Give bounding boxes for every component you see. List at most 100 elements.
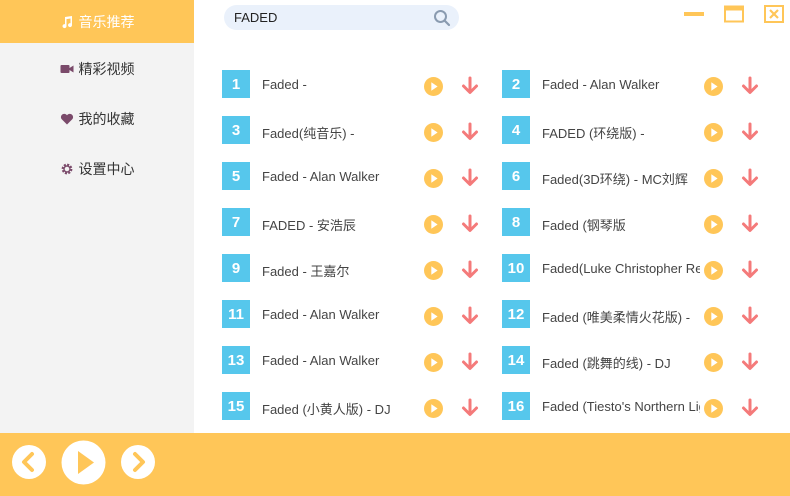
video-camera-icon	[60, 62, 74, 76]
sidebar-item-label: 音乐推荐	[78, 13, 135, 30]
search-input[interactable]	[234, 8, 424, 27]
song-number: 12	[502, 300, 530, 328]
download-arrow-icon[interactable]	[460, 168, 480, 188]
play-circle-icon[interactable]	[424, 77, 443, 96]
song-item[interactable]: 10 Faded(Luke Christopher Remix)	[502, 252, 772, 282]
song-title[interactable]: Faded - 王嘉尔	[262, 261, 420, 280]
song-title[interactable]: Faded(纯音乐) -	[262, 123, 420, 142]
heart-icon	[60, 112, 74, 126]
download-arrow-icon[interactable]	[460, 214, 480, 234]
download-arrow-icon[interactable]	[460, 398, 480, 418]
song-title[interactable]: Faded(3D环绕) - MC刘辉	[542, 169, 700, 188]
song-title[interactable]: Faded - Alan Walker	[262, 307, 420, 322]
play-icon[interactable]	[61, 440, 106, 485]
song-item[interactable]: 16 Faded (Tiesto's Northern Light Remix)	[502, 390, 772, 420]
music-note-icon	[60, 15, 74, 29]
play-circle-icon[interactable]	[704, 169, 723, 188]
player-bar	[0, 433, 790, 496]
song-title[interactable]: Faded - Alan Walker	[262, 353, 420, 368]
play-circle-icon[interactable]	[704, 123, 723, 142]
song-title[interactable]: Faded (小黄人版) - DJ	[262, 399, 420, 418]
song-item[interactable]: 13 Faded - Alan Walker	[222, 344, 492, 374]
song-item[interactable]: 7 FADED - 安浩辰	[222, 206, 492, 236]
play-circle-icon[interactable]	[704, 353, 723, 372]
song-item[interactable]: 5 Faded - Alan Walker	[222, 160, 492, 190]
song-title[interactable]: Faded (Tiesto's Northern Light Remix)	[542, 399, 700, 414]
song-item[interactable]: 11 Faded - Alan Walker	[222, 298, 492, 328]
song-number: 14	[502, 346, 530, 374]
song-title[interactable]: FADED (环绕版) -	[542, 123, 700, 142]
download-arrow-icon[interactable]	[740, 306, 760, 326]
song-number: 13	[222, 346, 250, 374]
song-item[interactable]: 15 Faded (小黄人版) - DJ	[222, 390, 492, 420]
song-item[interactable]: 6 Faded(3D环绕) - MC刘辉	[502, 160, 772, 190]
download-arrow-icon[interactable]	[740, 214, 760, 234]
next-icon[interactable]	[120, 444, 156, 480]
play-circle-icon[interactable]	[704, 307, 723, 326]
play-circle-icon[interactable]	[424, 169, 443, 188]
previous-icon[interactable]	[11, 444, 47, 480]
song-item[interactable]: 9 Faded - 王嘉尔	[222, 252, 492, 282]
song-title[interactable]: Faded (跳舞的线) - DJ	[542, 353, 700, 372]
song-number: 9	[222, 254, 250, 282]
play-circle-icon[interactable]	[424, 399, 443, 418]
song-item[interactable]: 3 Faded(纯音乐) -	[222, 114, 492, 144]
download-arrow-icon[interactable]	[740, 76, 760, 96]
play-circle-icon[interactable]	[424, 353, 443, 372]
song-number: 8	[502, 208, 530, 236]
download-arrow-icon[interactable]	[460, 306, 480, 326]
play-circle-icon[interactable]	[704, 399, 723, 418]
play-circle-icon[interactable]	[704, 215, 723, 234]
download-arrow-icon[interactable]	[460, 76, 480, 96]
play-circle-icon[interactable]	[424, 307, 443, 326]
sidebar: 音乐推荐 精彩视频 我的收藏 设置中心	[0, 0, 194, 433]
close-icon[interactable]	[764, 5, 784, 23]
maximize-icon[interactable]	[724, 5, 744, 23]
download-arrow-icon[interactable]	[460, 352, 480, 372]
sidebar-item-video[interactable]: 精彩视频	[0, 44, 194, 94]
play-circle-icon[interactable]	[424, 123, 443, 142]
song-number: 3	[222, 116, 250, 144]
song-number: 4	[502, 116, 530, 144]
song-number: 1	[222, 70, 250, 98]
song-title[interactable]: Faded - Alan Walker	[262, 169, 420, 184]
song-title[interactable]: Faded (钢琴版	[542, 215, 700, 234]
minimize-icon[interactable]	[684, 5, 704, 23]
gear-icon	[60, 162, 74, 176]
song-title[interactable]: Faded - Alan Walker	[542, 77, 700, 92]
song-number: 10	[502, 254, 530, 282]
play-circle-icon[interactable]	[704, 77, 723, 96]
download-arrow-icon[interactable]	[740, 398, 760, 418]
play-circle-icon[interactable]	[424, 215, 443, 234]
song-item[interactable]: 12 Faded (唯美柔情火花版) -	[502, 298, 772, 328]
song-number: 15	[222, 392, 250, 420]
play-circle-icon[interactable]	[704, 261, 723, 280]
search-icon[interactable]	[433, 9, 451, 27]
download-arrow-icon[interactable]	[740, 122, 760, 142]
download-arrow-icon[interactable]	[460, 122, 480, 142]
download-arrow-icon[interactable]	[740, 352, 760, 372]
sidebar-item-music[interactable]: 音乐推荐	[0, 0, 194, 43]
song-title[interactable]: Faded(Luke Christopher Remix)	[542, 261, 700, 276]
song-title[interactable]: Faded -	[262, 77, 420, 92]
download-arrow-icon[interactable]	[740, 168, 760, 188]
song-title[interactable]: FADED - 安浩辰	[262, 215, 420, 234]
play-circle-icon[interactable]	[424, 261, 443, 280]
search-box	[224, 5, 459, 30]
sidebar-item-label: 我的收藏	[78, 111, 135, 127]
song-item[interactable]: 8 Faded (钢琴版	[502, 206, 772, 236]
download-arrow-icon[interactable]	[740, 260, 760, 280]
sidebar-item-settings[interactable]: 设置中心	[0, 144, 194, 194]
song-number: 11	[222, 300, 250, 328]
song-item[interactable]: 1 Faded -	[222, 68, 492, 98]
song-item[interactable]: 2 Faded - Alan Walker	[502, 68, 772, 98]
download-arrow-icon[interactable]	[460, 260, 480, 280]
sidebar-item-label: 设置中心	[78, 161, 135, 177]
sidebar-item-favorites[interactable]: 我的收藏	[0, 94, 194, 144]
song-title[interactable]: Faded (唯美柔情火花版) -	[542, 307, 700, 326]
song-item[interactable]: 4 FADED (环绕版) -	[502, 114, 772, 144]
sidebar-item-label: 精彩视频	[78, 61, 135, 77]
song-number: 6	[502, 162, 530, 190]
song-number: 2	[502, 70, 530, 98]
song-item[interactable]: 14 Faded (跳舞的线) - DJ	[502, 344, 772, 374]
